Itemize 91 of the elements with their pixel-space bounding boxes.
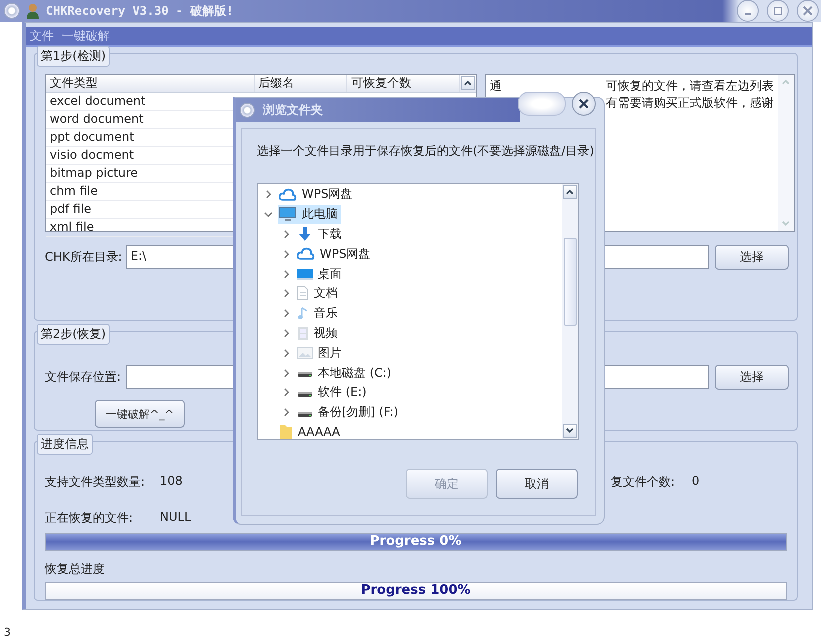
group-label: 第2步(恢复) [37, 324, 110, 345]
chevron-right-icon[interactable] [282, 408, 291, 418]
minimize-icon [745, 13, 751, 15]
scrollbar-thumb[interactable] [564, 238, 576, 326]
chevron-right-icon[interactable] [282, 368, 291, 378]
system-menu-icon[interactable] [4, 3, 20, 19]
tree-item[interactable]: 图片 [296, 344, 345, 363]
column-header[interactable]: 文件类型 [46, 75, 254, 92]
computer-icon [279, 207, 297, 222]
tree-item[interactable]: 本地磁盘 (C:) [296, 364, 395, 383]
progress-bar: Progress 100% [45, 582, 787, 600]
group-label: 进度信息 [37, 434, 93, 455]
tree-item[interactable]: 桌面 [296, 264, 345, 284]
music-note-icon [297, 306, 309, 322]
tree-item[interactable]: 文档 [296, 284, 341, 304]
close-icon [579, 99, 589, 109]
info-label: 恢复总进度 [45, 561, 106, 578]
chevron-right-icon[interactable] [264, 190, 273, 200]
table-cell-text: chm file [49, 184, 98, 198]
table-cell-text: ppt document [49, 130, 134, 144]
chevron-right-icon[interactable] [282, 270, 291, 279]
info-text: 可恢复的文件，请查看左边列表 [606, 78, 774, 95]
column-header[interactable]: 后缀名 [254, 75, 348, 92]
chevron-right-icon[interactable] [282, 289, 291, 298]
chevron-right-icon[interactable] [282, 309, 291, 318]
chevron-right-icon[interactable] [282, 328, 291, 338]
crack-button[interactable]: 一键破解^_^ [95, 400, 185, 428]
dialog-prompt: 选择一个文件目录用于保存恢复后的文件(不要选择源磁盘/目录) [257, 143, 595, 160]
caret-up-icon [464, 80, 472, 86]
caret-up-icon [566, 189, 574, 195]
page-number: 3 [4, 626, 11, 639]
close-button[interactable] [572, 92, 596, 116]
choose-button[interactable]: 选择 [715, 364, 790, 390]
chevron-right-icon[interactable] [282, 250, 291, 259]
maximize-button[interactable] [767, 0, 789, 22]
info-value: NULL [160, 510, 192, 526]
tree-item[interactable]: AAAAA [278, 423, 344, 439]
pill-decoration-icon [518, 92, 566, 116]
field-label: 文件保存位置: [45, 368, 122, 386]
info-value: 108 [160, 474, 184, 490]
caret-up-icon [782, 79, 790, 85]
table-cell-text: word document [49, 112, 144, 126]
desktop-icon [297, 268, 313, 280]
cancel-button[interactable]: 取消 [496, 469, 578, 499]
table-cell-text: bitmap picture [49, 166, 138, 180]
tree-item[interactable]: 音乐 [296, 304, 341, 324]
tree-item[interactable]: 软件 (E:) [296, 383, 370, 402]
chevron-right-icon[interactable] [282, 230, 291, 239]
folder-icon [279, 424, 293, 439]
tree-item[interactable]: 下载 [296, 224, 345, 244]
info-label: 支持文件类型数量: [45, 474, 146, 491]
close-icon [803, 6, 813, 16]
info-label: 复文件个数: [611, 474, 676, 491]
dialog-title: 浏览文件夹 [263, 102, 323, 118]
chevron-right-icon[interactable] [282, 388, 291, 398]
scroll-up-button[interactable] [461, 76, 475, 90]
caret-down-icon [782, 221, 790, 227]
scroll-up-button[interactable] [563, 185, 577, 199]
table-cell-text: visio docment [49, 148, 134, 162]
person-icon [26, 3, 40, 19]
field-label: CHK所在目录: [45, 248, 124, 266]
table-cell-text: excel document [49, 94, 146, 108]
info-text: 通 [490, 78, 503, 95]
tree-item[interactable]: 备份[勿删] (F:) [296, 403, 402, 422]
window-title: CHKRecovery V3.30 - 破解版! [46, 2, 234, 20]
info-label: 正在恢复的文件: [45, 510, 134, 527]
chevron-down-icon[interactable] [264, 210, 273, 220]
down-arrow-icon [297, 226, 313, 242]
cloud-icon [297, 247, 315, 262]
minimize-button[interactable] [737, 0, 759, 22]
progress-bar: Progress 0% [45, 533, 787, 551]
tree-item[interactable]: 视频 [296, 324, 341, 343]
film-icon [297, 326, 309, 341]
chevron-right-icon[interactable] [282, 348, 291, 358]
cloud-icon [279, 188, 297, 202]
document-icon [297, 286, 309, 302]
caret-down-icon [566, 428, 574, 434]
group-label: 第1步(检测) [37, 46, 110, 67]
table-cell-text: pdf file [49, 202, 92, 216]
image-icon [297, 347, 313, 360]
scroll-down-button[interactable] [563, 424, 577, 438]
info-value: 0 [692, 474, 700, 490]
tree-item[interactable]: 此电脑 [278, 205, 341, 224]
maximize-icon [773, 6, 783, 16]
tree-item[interactable]: WPS网盘 [296, 244, 374, 264]
tree-item[interactable]: WPS网盘 [278, 185, 356, 204]
info-text: 有需要请购买正式版软件，感谢 [606, 95, 774, 112]
column-header[interactable]: 可恢复个数 [347, 75, 460, 92]
table-cell-text: xml file [49, 220, 94, 234]
choose-button[interactable]: 选择 [715, 244, 790, 270]
system-menu-icon[interactable] [240, 102, 255, 118]
